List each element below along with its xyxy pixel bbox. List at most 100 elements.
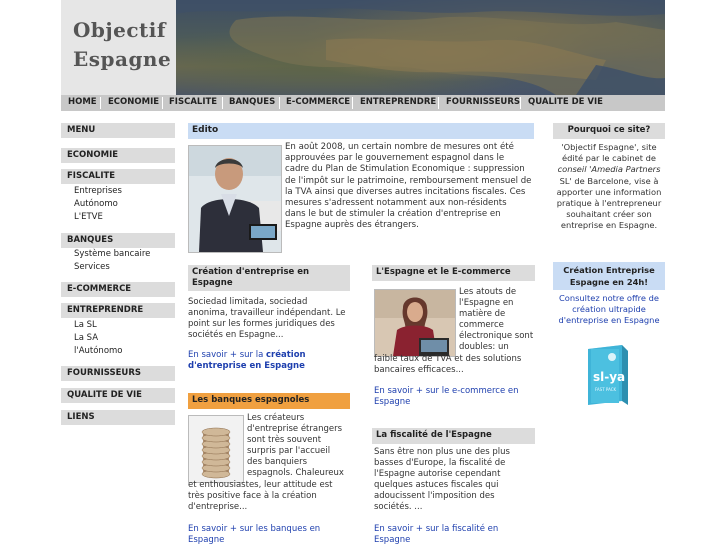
creation-link-bold-2: d'entreprise en Espagne bbox=[188, 361, 305, 372]
why-site-line: pratique à l'entrepreneur bbox=[556, 198, 662, 209]
edito-header: Edito bbox=[188, 123, 534, 139]
nav-separator bbox=[279, 97, 280, 109]
nav-fournisseurs[interactable]: FOURNISSEURS bbox=[446, 97, 520, 107]
nav-separator bbox=[222, 97, 223, 109]
woman-laptop-illustration bbox=[375, 290, 455, 356]
nav-fiscalite[interactable]: FISCALITE bbox=[169, 97, 217, 107]
nav-separator bbox=[162, 97, 163, 109]
banner-map-shapes bbox=[176, 0, 665, 95]
nav-e-commerce[interactable]: E-COMMERCE bbox=[286, 97, 350, 107]
sidebar-subitem-la-sl[interactable]: La SL bbox=[74, 320, 97, 330]
banques-line: et enthousiastes, leur attitude est bbox=[188, 480, 333, 490]
sidebar-subitem-entreprises[interactable]: Entreprises bbox=[74, 186, 122, 196]
header: Objectif Espagne bbox=[61, 0, 665, 95]
why-site-line: 'Objectif Espagne', site bbox=[561, 142, 657, 152]
nav-home[interactable]: HOME bbox=[68, 97, 97, 107]
ecommerce-line: doubles: un bbox=[459, 342, 509, 353]
site-logo[interactable]: Objectif Espagne bbox=[61, 0, 176, 95]
sidebar-subitem-autonomo[interactable]: Autónomo bbox=[74, 199, 118, 209]
creation-line: Sociedad limitada, sociedad bbox=[188, 297, 308, 307]
edito-line: approuvées par le gouvernement espagnol … bbox=[285, 153, 505, 164]
satellite-banner-image bbox=[176, 0, 665, 95]
creation-line: anonima, travailleur indépendant. Le bbox=[188, 308, 346, 319]
banques-link-line-1: En savoir + sur les banques en bbox=[188, 524, 321, 534]
creation-link[interactable]: En savoir + sur la création d'entreprise… bbox=[188, 350, 358, 372]
sidebar-menu-header: MENU bbox=[61, 123, 175, 138]
banques-line: d'entreprise étrangers bbox=[247, 424, 343, 435]
coin-stack-illustration bbox=[189, 416, 243, 482]
sidebar-item-banques[interactable]: BANQUES bbox=[61, 233, 175, 248]
banques-link[interactable]: En savoir + sur les banques en Espagne bbox=[188, 524, 353, 546]
banques-header: Les banques espagnoles bbox=[188, 393, 350, 409]
sidebar-subitem-etve[interactable]: L'ETVE bbox=[74, 212, 103, 222]
creation-link-bold: création bbox=[266, 350, 306, 360]
fiscalite-line: quelques astuces fiscales qui bbox=[374, 480, 499, 491]
sidebar-subitem-services[interactable]: Services bbox=[74, 262, 110, 272]
sidebar-item-liens[interactable]: LIENS bbox=[61, 410, 175, 425]
offer-link-line: d'entreprise en Espagne bbox=[558, 315, 660, 326]
product-box-label: sl-ya bbox=[593, 370, 625, 384]
banques-body-full: et enthousiastes, leur attitude est très… bbox=[188, 480, 353, 513]
sidebar-subitem-la-sa[interactable]: La SA bbox=[74, 333, 98, 343]
nav-banques[interactable]: BANQUES bbox=[229, 97, 275, 107]
sidebar-subitem-systeme-bancaire[interactable]: Système bancaire bbox=[74, 249, 150, 259]
edito-line: En août 2008, un certain nombre de mesur… bbox=[285, 142, 514, 152]
creation-24h-line-2: Espagne en 24h! bbox=[569, 277, 649, 287]
ecommerce-link[interactable]: En savoir + sur le e-commerce en Espagne bbox=[374, 386, 539, 408]
sidebar-item-fiscalite[interactable]: FISCALITE bbox=[61, 169, 175, 184]
creation-link-text: En savoir + sur la bbox=[188, 350, 266, 360]
sidebar-item-qualite-de-vie[interactable]: QUALITE DE VIE bbox=[61, 388, 175, 403]
nav-entreprendre[interactable]: ENTREPRENDRE bbox=[360, 97, 436, 107]
creation-line: point sur les formes juridiques des bbox=[188, 319, 335, 330]
sidebar-item-label: FISCALITE bbox=[67, 171, 116, 181]
nav-economie[interactable]: ECONOMIE bbox=[108, 97, 159, 107]
creation-title-line-2: Espagne bbox=[192, 278, 233, 288]
banques-line: des banquiers bbox=[247, 457, 308, 468]
why-site-title: Pourquoi ce site? bbox=[567, 125, 651, 135]
sidebar-item-fournisseurs[interactable]: FOURNISSEURS bbox=[61, 366, 175, 381]
edito-line: la TVA ainsi que diverses autres incitat… bbox=[285, 186, 526, 197]
why-site-line: apporter une information bbox=[556, 186, 662, 197]
nav-qualite-de-vie[interactable]: QUALITE DE VIE bbox=[528, 97, 603, 107]
sidebar-item-entreprendre[interactable]: ENTREPRENDRE bbox=[61, 303, 175, 318]
fiscalite-link-line-2: Espagne bbox=[374, 535, 411, 546]
edito-body: En août 2008, un certain nombre de mesur… bbox=[285, 142, 535, 232]
logo-line-2: Espagne bbox=[73, 47, 172, 71]
banques-line: d'entreprise... bbox=[188, 502, 248, 513]
creation-line: sociétés en Espagne... bbox=[188, 330, 284, 341]
sidebar-subitem-autonomo-2[interactable]: l'Autónomo bbox=[74, 346, 123, 356]
ecommerce-header: L'Espagne et le E-commerce bbox=[372, 265, 535, 281]
nav-separator bbox=[100, 97, 101, 109]
offer-link[interactable]: Consultez notre offre de création ultrap… bbox=[553, 293, 665, 327]
sidebar-item-label: FOURNISSEURS bbox=[67, 368, 141, 378]
slya-product-box[interactable]: sl-ya FAST PACK bbox=[582, 343, 634, 409]
creation-24h-banner[interactable]: Création Entreprise Espagne en 24h! bbox=[553, 262, 665, 290]
banques-line: Les créateurs bbox=[247, 413, 305, 423]
ecommerce-line: Les atouts de bbox=[459, 287, 517, 297]
why-site-line: entreprise en Espagne. bbox=[560, 220, 658, 231]
offer-link-line: création ultrapide bbox=[572, 304, 646, 315]
fiscalite-title: La fiscalité de l'Espagne bbox=[376, 430, 492, 440]
sidebar-item-label: E-COMMERCE bbox=[67, 284, 132, 294]
page-wrapper: Objectif Espagne HOME ECONOMIE FISCALITE… bbox=[61, 0, 665, 545]
edito-title: Edito bbox=[192, 125, 219, 135]
nav-separator bbox=[352, 97, 353, 109]
banques-link-line-2: Espagne bbox=[188, 535, 225, 546]
fiscalite-line: Sans être non plus une des plus bbox=[374, 447, 510, 457]
creation-body: Sociedad limitada, sociedad anonima, tra… bbox=[188, 297, 353, 341]
nav-separator bbox=[438, 97, 439, 109]
nav-separator bbox=[520, 97, 521, 109]
edito-line: de l'impôt sur le patrimoine, remboursem… bbox=[285, 175, 532, 186]
why-site-line: SL' de Barcelone, vise à bbox=[559, 175, 659, 186]
sidebar-item-e-commerce[interactable]: E-COMMERCE bbox=[61, 282, 175, 297]
fiscalite-link[interactable]: En savoir + sur la fiscalité en Espagne bbox=[374, 524, 539, 546]
edito-line: cadre du Plan de Stimulation Economique … bbox=[285, 164, 525, 175]
why-site-line: conseil 'Amedia Partners bbox=[557, 164, 661, 175]
person-photo-illustration bbox=[189, 146, 281, 252]
fiscalite-line: adoucissent l'imposition des bbox=[374, 491, 495, 502]
product-box-sub: FAST PACK bbox=[595, 387, 617, 392]
offer-link-line: Consultez notre offre de bbox=[558, 293, 660, 303]
ecommerce-line: bancaires efficaces... bbox=[374, 365, 464, 376]
sidebar-item-economie[interactable]: ECONOMIE bbox=[61, 148, 175, 163]
why-site-line: édité par le cabinet de bbox=[562, 153, 656, 164]
